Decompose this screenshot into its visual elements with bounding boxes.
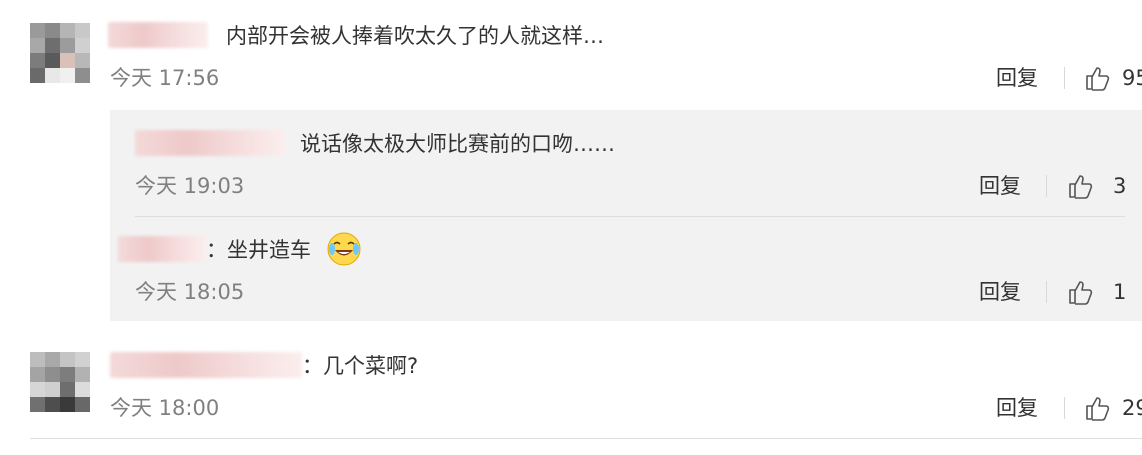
reply-button[interactable]: 回复 bbox=[979, 278, 1021, 306]
comment-text: ：几个菜啊? bbox=[302, 354, 419, 378]
reply-time: 今天 19:03 bbox=[135, 174, 245, 198]
reply-button[interactable]: 回复 bbox=[996, 64, 1038, 92]
comment-time: 今天 18:00 bbox=[110, 396, 220, 420]
reply-text: 说话像太极大师比赛前的口吻…… bbox=[300, 132, 615, 156]
crying-laughing-emoji-icon bbox=[327, 232, 361, 266]
thumbs-up-icon[interactable] bbox=[1067, 278, 1095, 306]
thumbs-up-icon[interactable] bbox=[1084, 394, 1112, 422]
thumbs-up-icon[interactable] bbox=[1084, 64, 1112, 92]
thumbs-up-icon[interactable] bbox=[1067, 172, 1095, 200]
username-redacted[interactable] bbox=[135, 130, 285, 156]
like-count: 3 bbox=[1113, 174, 1127, 198]
avatar[interactable] bbox=[30, 23, 90, 83]
separator bbox=[1046, 281, 1047, 303]
avatar[interactable] bbox=[30, 352, 90, 412]
like-count: 95 bbox=[1122, 66, 1142, 90]
comment-divider bbox=[30, 438, 1142, 439]
username-redacted[interactable] bbox=[108, 22, 208, 48]
comment-time: 今天 17:56 bbox=[110, 66, 220, 90]
reply-text: ：坐井造车 bbox=[206, 238, 311, 262]
reply-divider bbox=[135, 216, 1125, 217]
reply-time: 今天 18:05 bbox=[135, 280, 245, 304]
reply-button[interactable]: 回复 bbox=[979, 172, 1021, 200]
reply-button[interactable]: 回复 bbox=[996, 394, 1038, 422]
separator bbox=[1064, 397, 1065, 419]
username-redacted[interactable] bbox=[118, 236, 206, 262]
comment-text: 内部开会被人捧着吹太久了的人就这样… bbox=[226, 24, 604, 48]
separator bbox=[1046, 175, 1047, 197]
username-redacted[interactable] bbox=[110, 352, 302, 378]
like-count: 29 bbox=[1122, 396, 1142, 420]
separator bbox=[1064, 67, 1065, 89]
like-count: 1 bbox=[1113, 280, 1127, 304]
